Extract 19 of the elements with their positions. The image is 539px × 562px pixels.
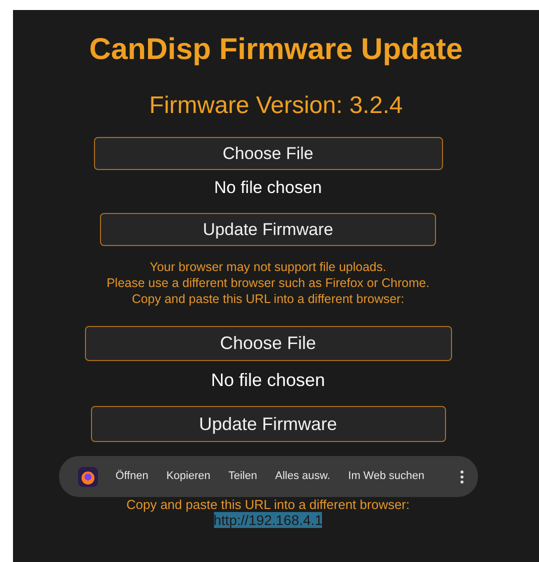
file-status: No file chosen [214,178,322,198]
page-title: CanDisp Firmware Update [89,32,463,68]
choose-file-button[interactable]: Choose File [84,326,452,361]
menu-item[interactable]: Öffnen [116,468,148,485]
fox-app-icon [78,466,98,486]
copy-hint: Copy and paste this URL into a different browser: [126,497,410,512]
file-status: No file chosen [210,369,326,391]
menu-item[interactable]: Alles ausw. [275,468,330,485]
update-firmware-button[interactable]: Update Firmware [100,213,436,246]
update-firmware-button[interactable]: Update Firmware [90,406,446,442]
menu-item[interactable]: Teilen [228,468,258,485]
more-icon[interactable] [460,470,464,484]
warning-text: Your browser may not support file uploads. [150,259,386,275]
choose-file-button[interactable]: Choose File [94,137,442,170]
menu-item[interactable]: Im Web suchen [348,468,424,485]
warning-text: Please use a different browser such as Firefox or Chrome. [106,275,430,291]
warning-text: Copy and paste this URL into a different browser: [132,291,404,307]
firmware-version: Firmware Version: 3.2.4 [149,92,403,120]
menu-item[interactable]: Kopieren [166,468,210,485]
